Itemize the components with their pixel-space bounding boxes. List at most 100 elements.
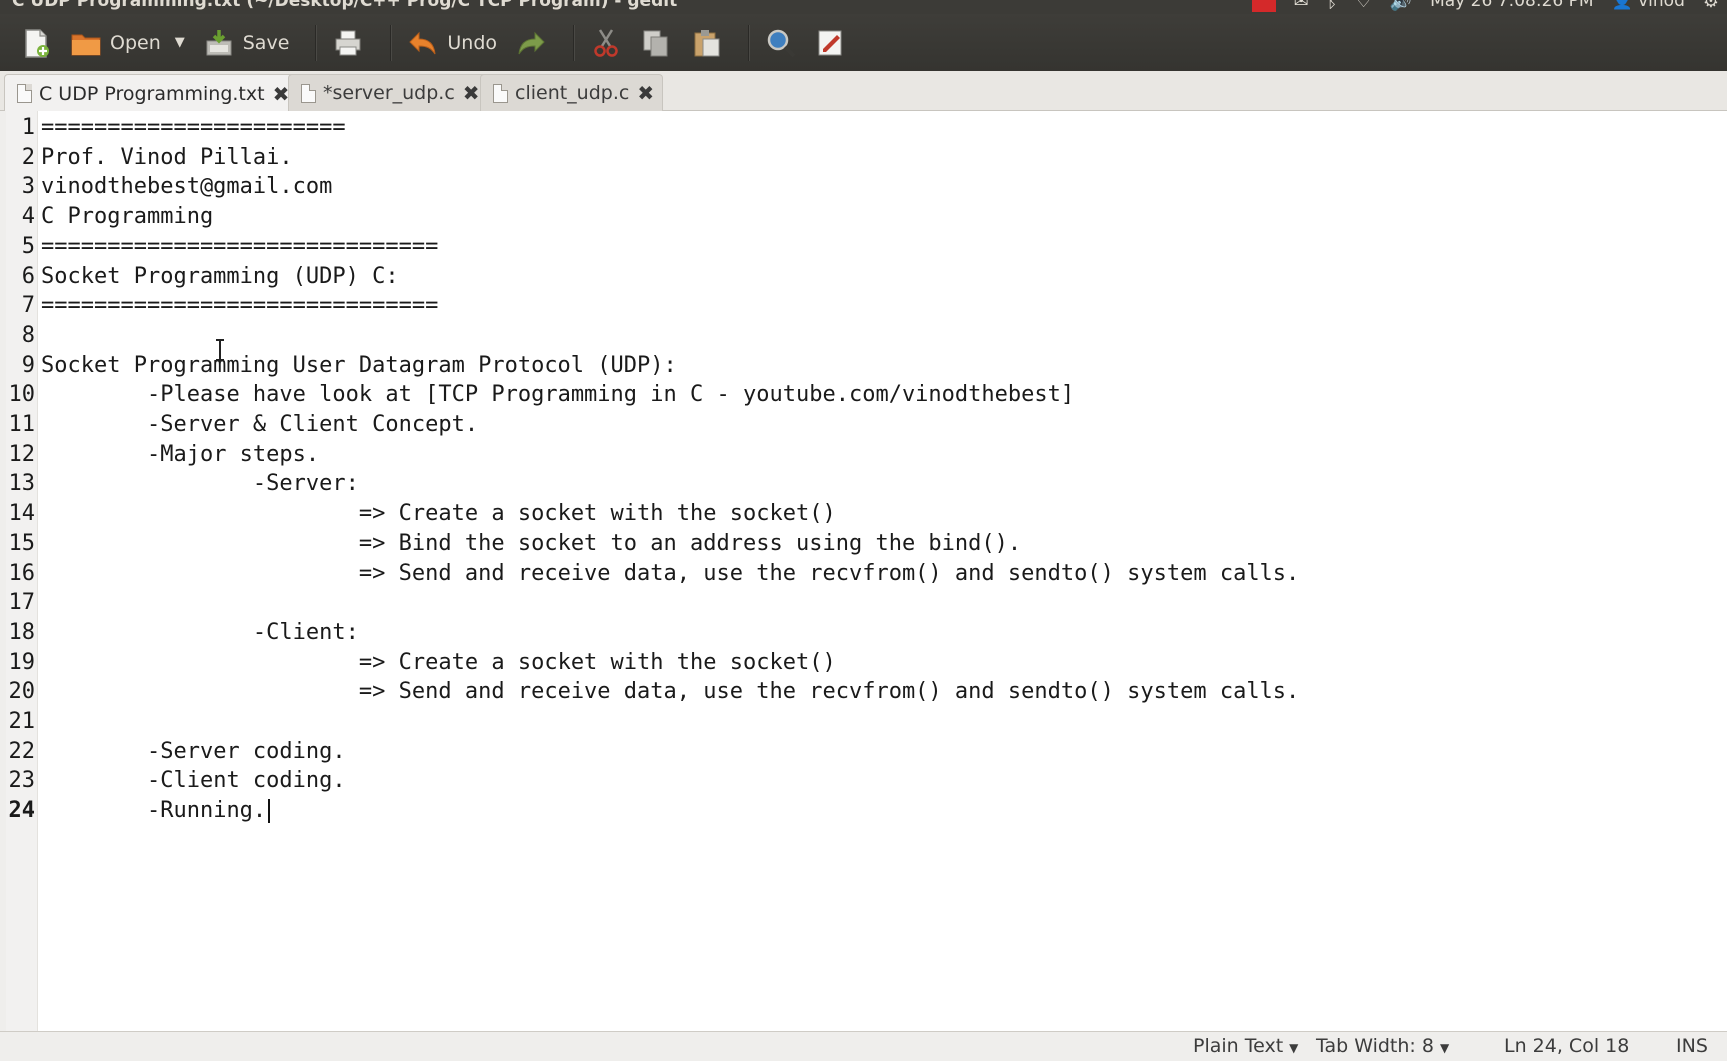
tab-server-udp[interactable]: *server_udp.c ✖ [288, 74, 489, 111]
line-text[interactable]: ============================== [41, 232, 438, 262]
indicator-area: ✉ ᛒ ♡ 🔊 May 26 7:08:26 PM 👤 vinod ⚙ [1251, 0, 1719, 12]
line-number: 3 [21, 174, 35, 200]
close-tab-icon[interactable]: ✖ [273, 82, 290, 106]
copy-icon [643, 30, 668, 56]
line-number: 17 [8, 590, 36, 616]
line-text[interactable]: => Send and receive data, use the recvfr… [41, 559, 1299, 589]
line-text[interactable]: Prof. Vinod Pillai. [41, 143, 293, 173]
line-number: 1 [21, 115, 35, 140]
find-button[interactable] [761, 21, 801, 65]
mouse-ibeam-cursor-icon [216, 339, 224, 361]
line-text[interactable]: ============================== [41, 291, 438, 321]
line-number: 11 [8, 412, 36, 437]
line-text[interactable]: => Bind the socket to an address using t… [41, 529, 1021, 559]
window-title: C UDP Programming.txt (~/Desktop/C++ Pro… [12, 0, 678, 11]
copy-button[interactable] [636, 21, 676, 65]
line-number: 10 [8, 382, 36, 408]
close-tab-icon[interactable]: ✖ [463, 81, 480, 105]
line-number: 24 [8, 798, 36, 824]
open-label: Open [110, 31, 161, 54]
tab-label: client_udp.c [515, 82, 630, 104]
line-text[interactable]: vinodthebest@gmail.com [41, 172, 332, 202]
line-text[interactable]: -Server: [41, 469, 359, 499]
replace-icon [818, 30, 842, 55]
new-document-icon [25, 28, 49, 58]
undo-icon [409, 31, 436, 54]
chevron-down-icon: ▼ [1289, 1041, 1299, 1055]
mail-icon[interactable]: ✉ [1294, 0, 1309, 12]
tab-client-udp[interactable]: client_udp.c ✖ [480, 74, 664, 111]
tab-width-label: Tab Width: 8 [1316, 1035, 1434, 1057]
folder-icon [71, 34, 101, 55]
document-tabs: C UDP Programming.txt ✖ *server_udp.c ✖ … [0, 71, 1727, 112]
gear-icon[interactable]: ⚙ [1703, 0, 1719, 12]
find-replace-button[interactable] [811, 21, 851, 65]
line-number: 18 [8, 619, 36, 645]
scissors-icon [594, 28, 618, 57]
line-text[interactable]: -Please have look at [TCP Programming in… [41, 380, 1074, 410]
toolbar-separator [315, 24, 317, 61]
line-number: 12 [8, 441, 36, 467]
tab-width-selector[interactable]: Tab Width: 8 ▼ [1316, 1035, 1449, 1057]
redo-icon [518, 31, 545, 54]
new-document-button[interactable] [16, 21, 56, 65]
clock[interactable]: May 26 7:08:26 PM [1430, 0, 1593, 11]
save-label: Save [242, 31, 290, 54]
save-button[interactable]: Save [199, 21, 294, 65]
toolbar-separator [748, 24, 750, 61]
cut-button[interactable] [586, 21, 626, 65]
line-text[interactable]: -Server coding. [41, 737, 346, 767]
text-document-icon [301, 83, 316, 103]
line-number: 5 [21, 233, 35, 259]
volume-icon[interactable]: 🔊 [1390, 0, 1412, 12]
tab-label: *server_udp.c [323, 82, 455, 104]
chevron-down-icon[interactable]: ▼ [175, 35, 185, 50]
search-icon [767, 29, 796, 57]
line-text[interactable]: => Create a socket with the socket() [41, 499, 836, 529]
notification-icon[interactable] [1251, 0, 1276, 12]
line-number: 7 [21, 293, 35, 319]
printer-icon [335, 30, 361, 55]
line-text[interactable]: C Programming [41, 202, 213, 232]
line-text[interactable]: -Running. [41, 796, 266, 826]
line-text[interactable]: => Create a socket with the socket() [41, 648, 836, 678]
paste-icon [694, 29, 720, 56]
line-number: 8 [21, 322, 35, 348]
print-button[interactable] [328, 21, 368, 65]
save-icon [206, 29, 232, 55]
line-text[interactable]: => Send and receive data, use the recvfr… [41, 677, 1299, 707]
close-tab-icon[interactable]: ✖ [637, 81, 654, 105]
tab-c-udp-programming[interactable]: C UDP Programming.txt ✖ [4, 74, 299, 112]
line-number: 22 [8, 738, 36, 764]
text-caret [268, 799, 270, 824]
line-text[interactable]: -Client: [41, 618, 359, 648]
line-text[interactable]: ======================= [41, 113, 346, 143]
user-menu[interactable]: 👤 vinod [1612, 0, 1685, 11]
network-icon[interactable]: ♡ [1356, 0, 1372, 12]
chevron-down-icon: ▼ [1439, 1041, 1450, 1055]
cursor-position: Ln 24, Col 18 [1504, 1035, 1630, 1057]
line-number: 19 [8, 649, 36, 675]
line-text[interactable]: -Major steps. [41, 440, 319, 470]
language-selector[interactable]: Plain Text ▼ [1193, 1035, 1298, 1057]
line-number: 16 [8, 560, 36, 586]
line-number: 15 [8, 530, 36, 556]
line-text[interactable]: Socket Programming (UDP) C: [41, 262, 399, 292]
line-number: 21 [8, 709, 36, 734]
tab-label: C UDP Programming.txt [39, 82, 265, 105]
line-text[interactable]: -Server & Client Concept. [41, 410, 478, 440]
user-icon: 👤 [1611, 0, 1633, 11]
undo-button[interactable]: Undo [403, 21, 501, 65]
toolbar-separator [573, 24, 575, 61]
bluetooth-icon[interactable]: ᛒ [1327, 0, 1338, 12]
paste-button[interactable] [686, 21, 726, 65]
open-button[interactable]: Open ▼ [66, 21, 189, 65]
top-panel: C UDP Programming.txt (~/Desktop/C++ Pro… [0, 0, 1727, 14]
toolbar-separator [390, 24, 392, 61]
text-document-icon [493, 83, 508, 103]
line-number: 13 [8, 471, 36, 497]
line-text[interactable]: Socket Programming User Datagram Protoco… [41, 351, 677, 381]
redo-button[interactable] [511, 21, 551, 65]
line-text[interactable]: -Client coding. [41, 766, 346, 796]
text-editor[interactable]: 1 ======================= 2 Prof. Vinod Pil… [0, 111, 1727, 1031]
